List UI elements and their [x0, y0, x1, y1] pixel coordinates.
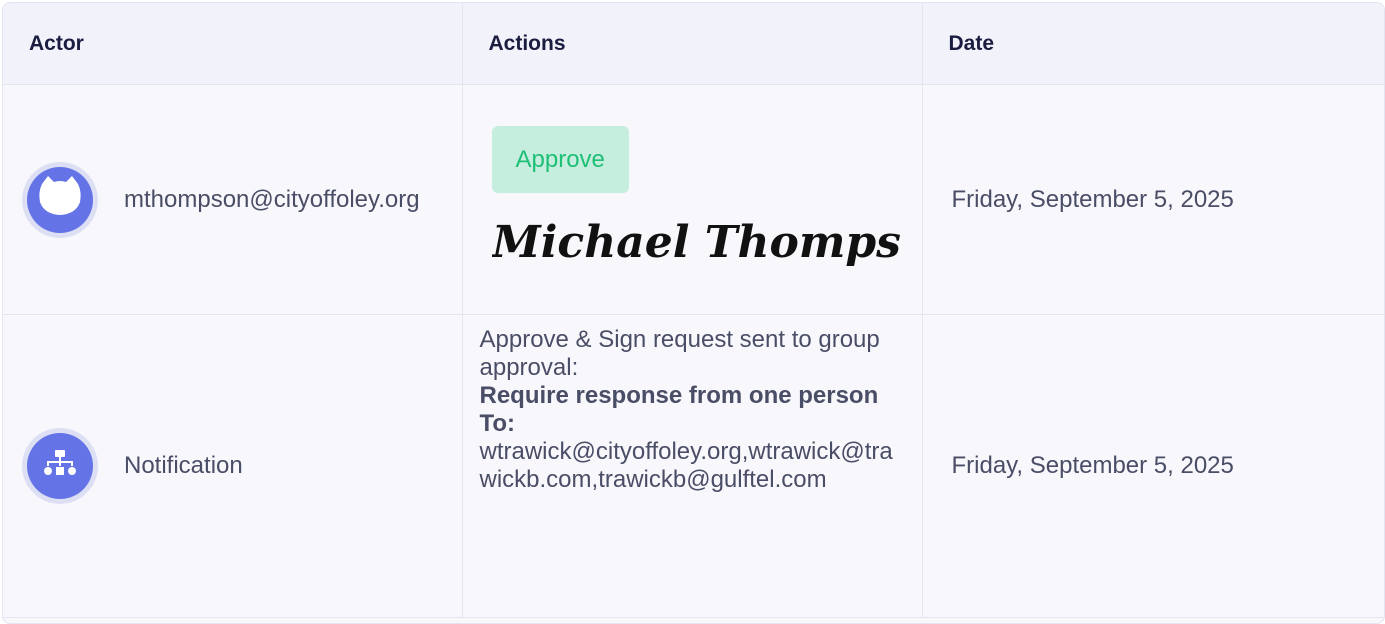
- actor-name: Notification: [124, 452, 243, 479]
- table-row: Notification Approve & Sign request sent…: [3, 314, 1384, 618]
- actions-cell: Approve & Sign request sent to group app…: [462, 314, 923, 618]
- table-row: mthompson@cityoffoley.org Approve Michae…: [3, 84, 1384, 315]
- cat-face-icon: [36, 174, 84, 225]
- actor-cell: mthompson@cityoffoley.org: [3, 84, 463, 315]
- actor-email: mthompson@cityoffoley.org: [124, 185, 420, 213]
- column-header-actions: Actions: [462, 3, 923, 85]
- notification-to-label: To:: [479, 410, 516, 437]
- date-text: Friday, September 5, 2025: [951, 452, 1234, 479]
- notification-intro: Approve & Sign request sent to group app…: [479, 326, 880, 381]
- date-text: Friday, September 5, 2025: [951, 185, 1234, 213]
- approve-status-badge: Approve: [491, 125, 629, 193]
- org-chart-icon: [43, 448, 77, 485]
- table-header-row: Actor Actions Date: [3, 3, 1384, 85]
- date-cell: Friday, September 5, 2025: [922, 314, 1384, 618]
- column-header-actor: Actor: [3, 3, 463, 85]
- column-header-date: Date: [922, 3, 1384, 85]
- actions-cell: Approve Michael Thompson: [462, 84, 962, 315]
- signature-text: Michael Thompson: [492, 217, 902, 268]
- audit-trail-table-frame: Actor Actions Date mthompson@cityoffoley…: [2, 2, 1385, 624]
- avatar: [22, 428, 98, 504]
- date-cell: Friday, September 5, 2025: [922, 84, 1384, 315]
- notification-recipients: wtrawick@cityoffoley.org,wtrawick@trawic…: [479, 438, 893, 493]
- audit-trail-table: Actor Actions Date mthompson@cityoffoley…: [3, 3, 1384, 618]
- avatar: [22, 161, 98, 238]
- actor-cell: Notification: [3, 314, 463, 618]
- notification-requirement: Require response from one person: [479, 382, 879, 409]
- signature-image: Michael Thompson: [490, 193, 962, 282]
